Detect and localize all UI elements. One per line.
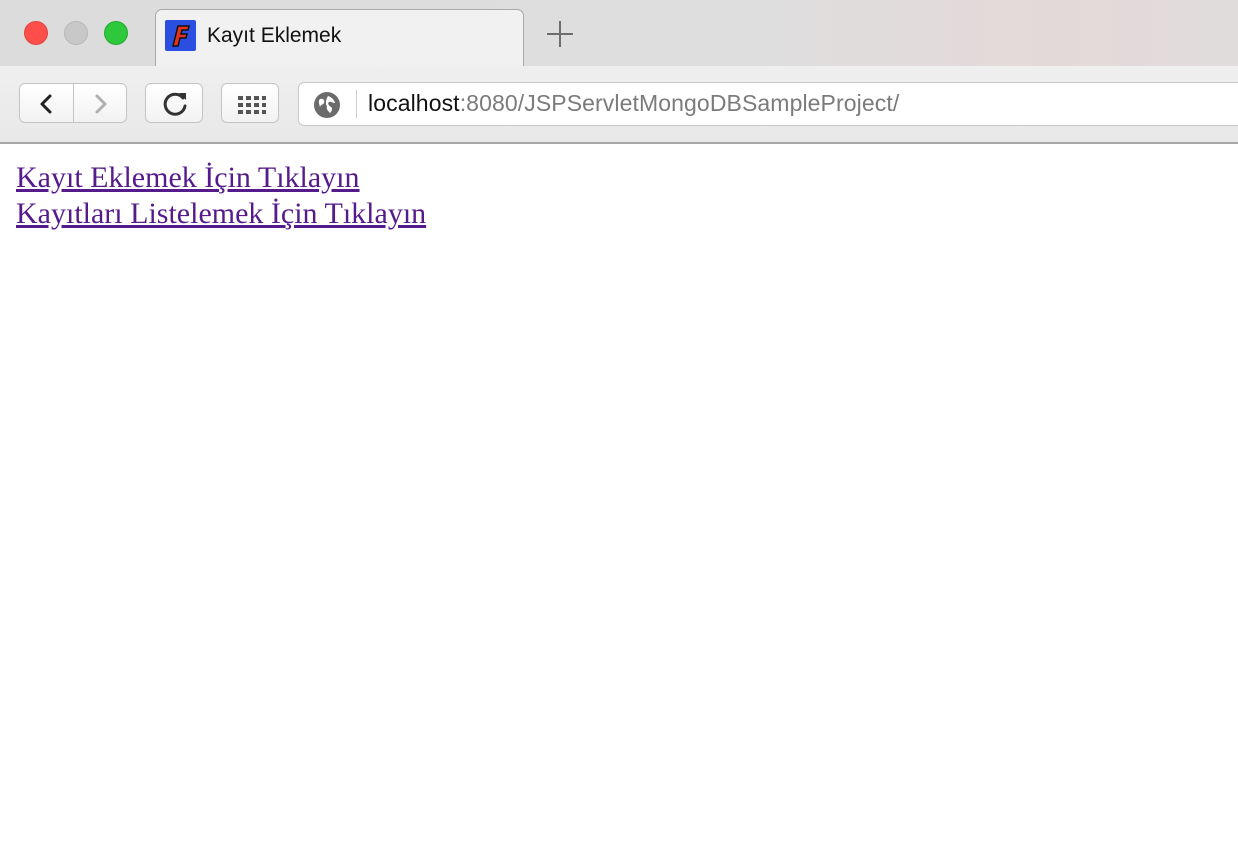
apps-button[interactable]: [221, 83, 279, 123]
url-text[interactable]: localhost:8080/JSPServletMongoDBSamplePr…: [368, 90, 899, 117]
list-records-link[interactable]: Kayıtları Listelemek İçin Tıklayın: [16, 196, 426, 232]
url-host: localhost: [368, 90, 460, 116]
maximize-window-button[interactable]: [104, 21, 128, 45]
active-tab[interactable]: Kayıt Eklemek: [155, 9, 524, 67]
address-bar-divider: [356, 90, 357, 118]
back-button[interactable]: [19, 83, 74, 123]
add-record-link[interactable]: Kayıt Eklemek İçin Tıklayın: [16, 160, 426, 196]
address-bar[interactable]: localhost:8080/JSPServletMongoDBSamplePr…: [298, 82, 1238, 126]
link-list: Kayıt Eklemek İçin Tıklayın Kayıtları Li…: [16, 160, 426, 232]
page-content: Kayıt Eklemek İçin Tıklayın Kayıtları Li…: [0, 144, 1238, 846]
tab-title: Kayıt Eklemek: [207, 24, 342, 47]
browser-window: Kayıt Eklemek localhost:8080/JSPServletM…: [0, 0, 1238, 846]
globe-icon[interactable]: [313, 91, 341, 119]
reload-button[interactable]: [145, 83, 203, 123]
close-window-button[interactable]: [24, 21, 48, 45]
minimize-window-button[interactable]: [64, 21, 88, 45]
forward-button[interactable]: [73, 83, 127, 123]
java-app-favicon-icon: [165, 20, 196, 51]
url-path: :8080/JSPServletMongoDBSampleProject/: [459, 90, 900, 116]
tab-strip: Kayıt Eklemek: [0, 0, 1238, 67]
navigation-toolbar: localhost:8080/JSPServletMongoDBSamplePr…: [0, 66, 1238, 144]
plus-icon[interactable]: [544, 18, 576, 50]
